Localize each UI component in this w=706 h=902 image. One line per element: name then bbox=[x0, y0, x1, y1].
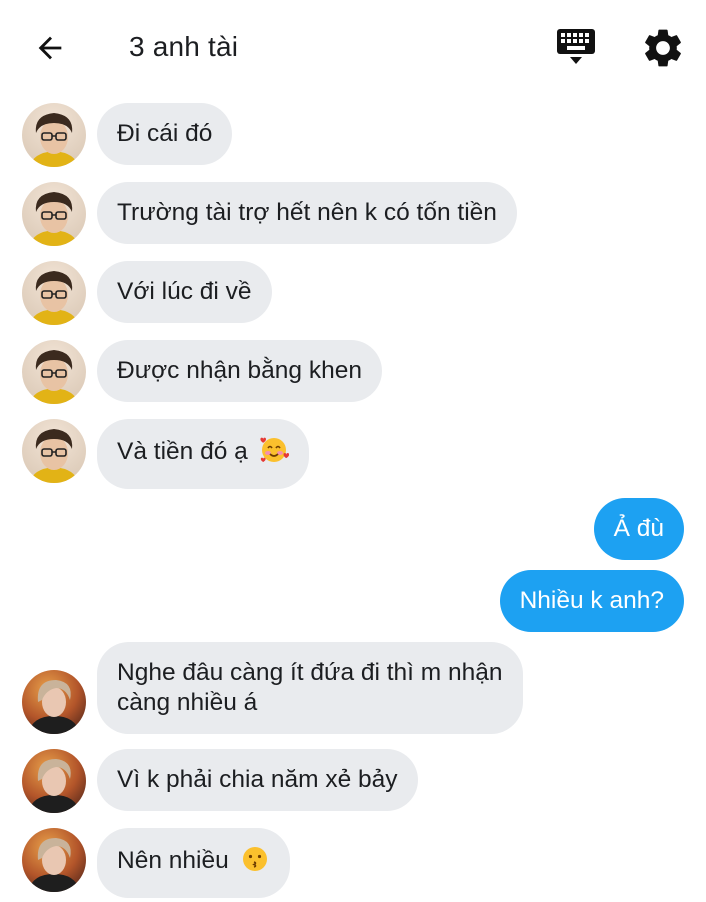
message-text: Với lúc đi về bbox=[117, 278, 252, 305]
avatar[interactable] bbox=[22, 419, 86, 483]
message-bubble-incoming[interactable]: Trường tài trợ hết nên k có tốn tiền bbox=[97, 182, 517, 244]
avatar[interactable] bbox=[22, 828, 86, 892]
message-bubble-outgoing[interactable]: Nhiều k anh? bbox=[499, 570, 684, 632]
avatar-person-a-image bbox=[22, 340, 86, 404]
message-bubble-incoming[interactable]: Và tiền đó ạ bbox=[97, 419, 309, 489]
message-bubble-incoming[interactable]: Với lúc đi về bbox=[97, 261, 272, 323]
avatar-person-b-image bbox=[22, 828, 86, 892]
message-bubble-incoming[interactable]: Nghe đâu càng ít đứa đi thì m nhận càng … bbox=[97, 642, 523, 734]
avatar-person-b-image bbox=[22, 670, 86, 734]
message-bubble-incoming[interactable]: Vì k phải chia năm xẻ bảy bbox=[97, 749, 418, 811]
avatar-person-a-image bbox=[22, 419, 86, 483]
back-arrow-icon bbox=[38, 36, 62, 60]
avatar[interactable] bbox=[22, 261, 86, 325]
keyboard-icon bbox=[557, 29, 595, 64]
message-bubble-incoming[interactable]: Được nhận bằng khen bbox=[97, 340, 382, 402]
avatar-person-b-image bbox=[22, 749, 86, 813]
avatar-person-a-image bbox=[22, 182, 86, 246]
message-bubble-incoming[interactable]: Nên nhiều bbox=[97, 828, 290, 898]
avatar-person-a-image bbox=[22, 261, 86, 325]
avatar[interactable] bbox=[22, 340, 86, 404]
avatar[interactable] bbox=[22, 749, 86, 813]
smiling-face-with-hearts-icon bbox=[259, 435, 289, 473]
message-bubble-outgoing[interactable]: Ả đù bbox=[593, 498, 684, 560]
message-text-line: càng nhiều á bbox=[117, 689, 258, 716]
message-text: Và tiền đó ạ bbox=[117, 438, 248, 465]
message-text: Trường tài trợ hết nên k có tốn tiền bbox=[117, 199, 497, 226]
keyboard-button[interactable] bbox=[551, 24, 601, 70]
settings-button[interactable] bbox=[640, 25, 686, 71]
avatar[interactable] bbox=[22, 103, 86, 167]
chat-title: 3 anh tài bbox=[129, 31, 239, 62]
message-text: Đi cái đó bbox=[117, 120, 213, 147]
avatar-person-a-image bbox=[22, 103, 86, 167]
gear-icon bbox=[645, 29, 681, 67]
avatar[interactable] bbox=[22, 670, 86, 734]
message-text-line: Nghe đâu càng ít đứa đi thì m nhận bbox=[117, 659, 503, 686]
avatar[interactable] bbox=[22, 182, 86, 246]
message-text: Nên nhiều bbox=[117, 847, 229, 874]
message-text: Ả đù bbox=[613, 515, 664, 542]
chat-header: 3 anh tài bbox=[0, 0, 706, 94]
back-button[interactable] bbox=[28, 26, 72, 70]
message-bubble-incoming[interactable]: Đi cái đó bbox=[97, 103, 233, 165]
message-text: Vì k phải chia năm xẻ bảy bbox=[117, 766, 398, 793]
message-text: Được nhận bằng khen bbox=[117, 357, 362, 384]
message-text: Nhiều k anh? bbox=[519, 587, 664, 614]
kissing-face-icon bbox=[240, 844, 270, 882]
